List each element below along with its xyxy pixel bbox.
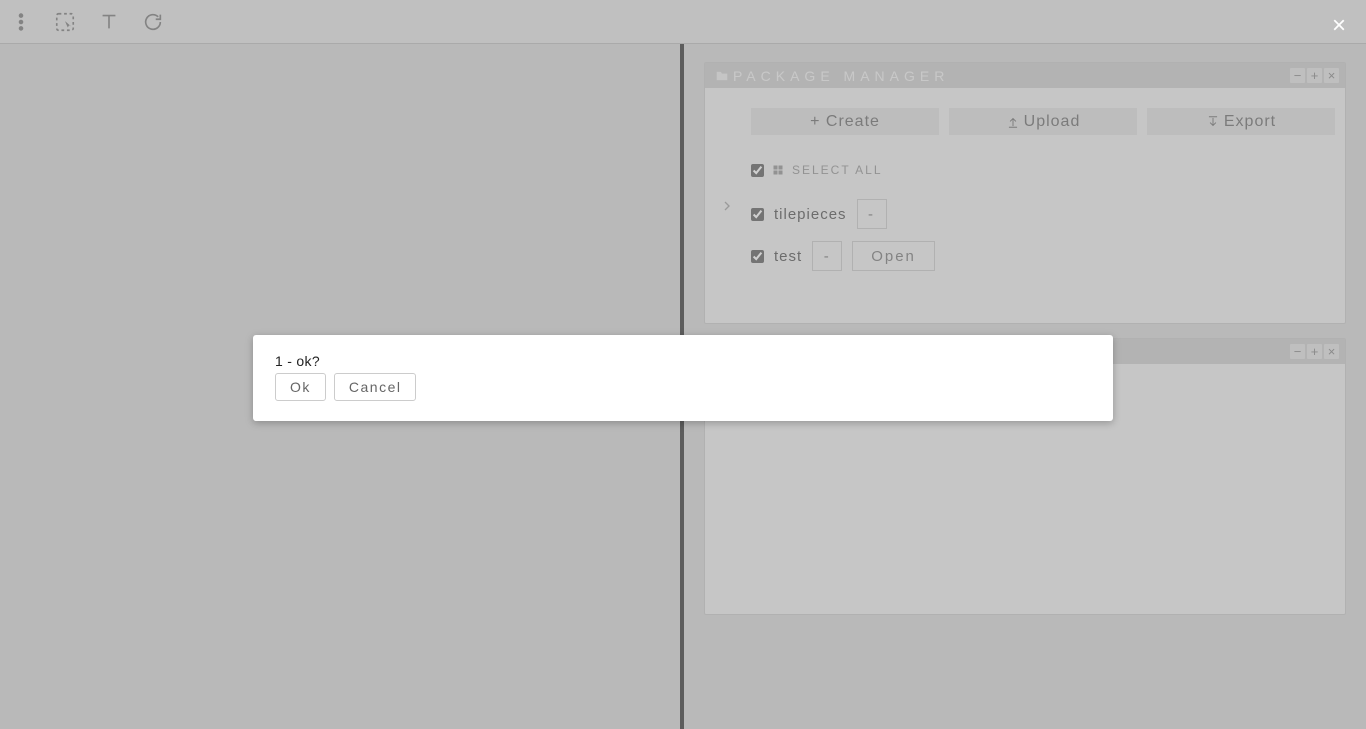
cancel-button[interactable]: Cancel xyxy=(334,373,417,401)
confirm-dialog: 1 - ok? Ok Cancel xyxy=(253,335,1113,421)
ok-button[interactable]: Ok xyxy=(275,373,326,401)
close-icon[interactable]: × xyxy=(1332,12,1346,40)
dialog-message: 1 - ok? xyxy=(275,353,1091,369)
